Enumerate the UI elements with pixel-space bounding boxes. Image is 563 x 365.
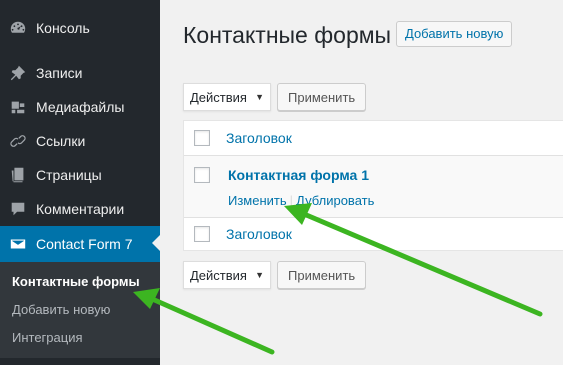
sidebar-item-label: Страницы bbox=[36, 167, 102, 183]
contact-form-submenu: Контактные формы Добавить новую Интеграц… bbox=[0, 262, 160, 358]
table-row: Контактная форма 1 Изменить | Дублировать bbox=[184, 156, 563, 218]
submenu-item-add-new[interactable]: Добавить новую bbox=[12, 302, 110, 317]
bulk-actions-value: Действия bbox=[190, 89, 247, 105]
bulk-actions-select-top[interactable]: Действия ▼ bbox=[183, 83, 271, 111]
sidebar-item-label: Комментарии bbox=[36, 201, 125, 217]
comment-icon bbox=[0, 200, 36, 218]
form-title-link[interactable]: Контактная форма 1 bbox=[228, 167, 369, 183]
pin-icon bbox=[0, 64, 36, 82]
admin-sidebar: Консоль Записи Медиафайлы Ссылки Страниц… bbox=[0, 0, 160, 365]
apply-button-top[interactable]: Применить bbox=[277, 83, 367, 111]
submenu-item-integration[interactable]: Интеграция bbox=[12, 330, 83, 345]
media-icon bbox=[0, 98, 36, 116]
submenu-item-contact-forms[interactable]: Контактные формы bbox=[12, 274, 140, 289]
table-header-row: Заголовок bbox=[184, 121, 563, 156]
select-all-checkbox-footer[interactable] bbox=[194, 226, 210, 242]
row-checkbox[interactable] bbox=[194, 167, 210, 183]
edit-link[interactable]: Изменить bbox=[228, 193, 287, 208]
bulk-actions-select-bottom[interactable]: Действия ▼ bbox=[183, 261, 271, 289]
pages-icon bbox=[0, 166, 36, 184]
sidebar-item-contact-form-7[interactable]: Contact Form 7 bbox=[0, 226, 160, 262]
add-new-button[interactable]: Добавить новую bbox=[396, 21, 513, 47]
select-all-checkbox[interactable] bbox=[194, 130, 210, 146]
sidebar-item-label: Медиафайлы bbox=[36, 99, 125, 115]
sidebar-item-pages[interactable]: Страницы bbox=[0, 158, 160, 192]
sidebar-item-posts[interactable]: Записи bbox=[0, 56, 160, 90]
sidebar-item-label: Записи bbox=[36, 65, 83, 81]
duplicate-link[interactable]: Дублировать bbox=[296, 193, 374, 208]
link-icon bbox=[0, 132, 36, 150]
mail-icon bbox=[0, 235, 36, 253]
page-title: Контактные формы bbox=[183, 22, 392, 48]
sidebar-item-media[interactable]: Медиафайлы bbox=[0, 90, 160, 124]
action-separator: | bbox=[289, 193, 294, 208]
column-title-sort-link[interactable]: Заголовок bbox=[226, 130, 292, 146]
sidebar-item-label: Contact Form 7 bbox=[36, 236, 133, 252]
arrow-to-submenu bbox=[147, 295, 275, 355]
caret-down-icon: ▼ bbox=[255, 270, 264, 280]
bulk-actions-value: Действия bbox=[190, 267, 247, 283]
dashboard-icon bbox=[0, 19, 36, 37]
forms-table: Заголовок Контактная форма 1 Изменить | Ду… bbox=[183, 120, 563, 251]
sidebar-item-comments[interactable]: Комментарии bbox=[0, 192, 160, 226]
column-title-sort-link-footer[interactable]: Заголовок bbox=[226, 226, 292, 242]
caret-down-icon: ▼ bbox=[255, 92, 264, 102]
sidebar-item-dashboard[interactable]: Консоль bbox=[0, 11, 160, 45]
sidebar-item-label: Консоль bbox=[36, 20, 90, 36]
apply-button-bottom[interactable]: Применить bbox=[277, 261, 367, 289]
sidebar-item-links[interactable]: Ссылки bbox=[0, 124, 160, 158]
table-footer-row: Заголовок bbox=[184, 218, 563, 251]
row-actions: Изменить | Дублировать bbox=[228, 193, 374, 208]
sidebar-item-label: Ссылки bbox=[36, 133, 86, 149]
